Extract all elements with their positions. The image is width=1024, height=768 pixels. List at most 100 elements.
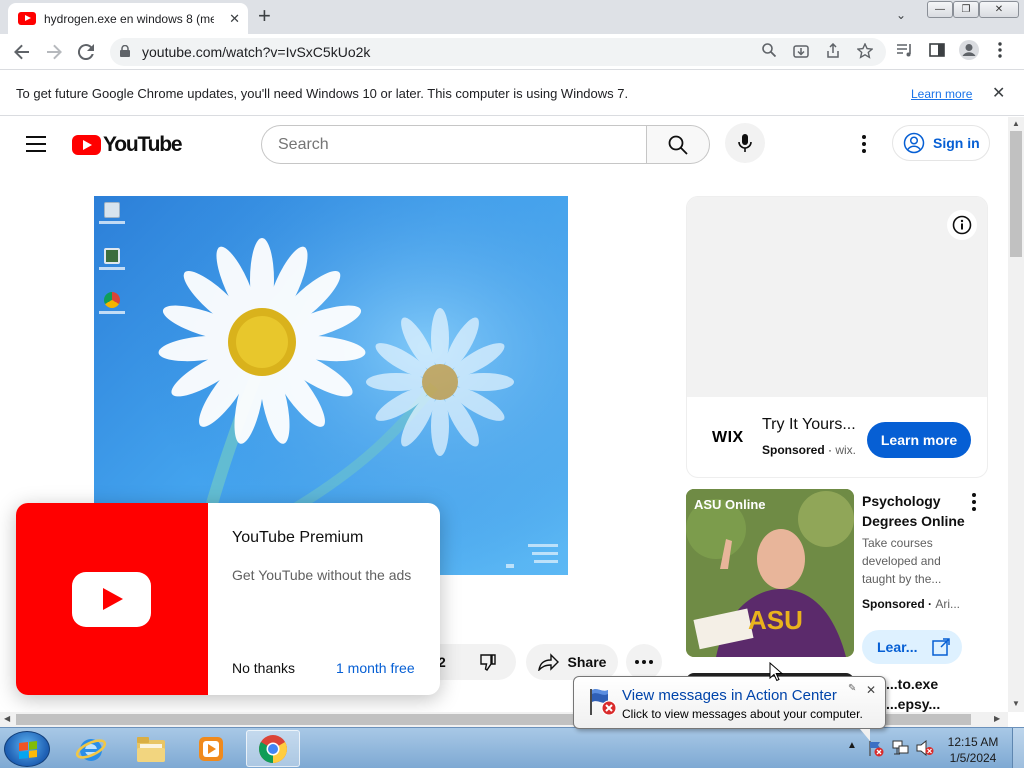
- balloon-close-icon[interactable]: ✕: [866, 683, 876, 697]
- ad-info-icon[interactable]: [947, 210, 977, 240]
- infobar-close-icon[interactable]: ✕: [992, 83, 1005, 103]
- clock-date: 1/5/2024: [949, 751, 997, 765]
- desktop-chrome-icon: [99, 292, 125, 314]
- sponsored-label: Sponsored: [762, 443, 825, 457]
- premium-red-panel: [16, 503, 208, 695]
- window-restore-button[interactable]: ❐: [953, 1, 979, 18]
- share-button[interactable]: Share: [526, 644, 618, 680]
- share-label: Share: [567, 654, 607, 670]
- youtube-logo[interactable]: YouTube: [72, 133, 183, 157]
- address-bar[interactable]: youtube.com/watch?v=IvSxC5kUo2k: [110, 38, 886, 66]
- wix-brand-logo: WIX: [712, 429, 744, 446]
- sign-in-button[interactable]: Sign in: [892, 125, 990, 161]
- asu-learn-more-button[interactable]: Lear...: [862, 630, 962, 664]
- tab-search-chevron-icon[interactable]: ⌄: [896, 8, 906, 22]
- browser-menu-icon[interactable]: [998, 42, 1002, 63]
- infobar-learn-more-link[interactable]: Learn more: [911, 87, 972, 101]
- action-center-flag-icon: [590, 689, 617, 716]
- desktop-computer-icon: [99, 248, 125, 270]
- youtube-logo-icon: [72, 135, 101, 155]
- windows-logo-icon: [19, 741, 37, 759]
- url-text[interactable]: youtube.com/watch?v=IvSxC5kUo2k: [142, 44, 370, 60]
- settings-more-icon[interactable]: [856, 133, 872, 155]
- premium-no-thanks-button[interactable]: No thanks: [232, 660, 295, 676]
- youtube-premium-popup: YouTube Premium Get YouTube without the …: [16, 503, 440, 695]
- vertical-scroll-thumb[interactable]: [1010, 131, 1022, 257]
- install-app-icon[interactable]: [793, 43, 809, 63]
- premium-trial-button[interactable]: 1 month free: [336, 660, 415, 676]
- volume-muted-icon[interactable]: [916, 739, 934, 761]
- browser-toolbar: youtube.com/watch?v=IvSxC5kUo2k: [0, 34, 1024, 70]
- wix-ad-sponsored: Sponsored · wix.: [762, 443, 857, 457]
- scroll-left-arrow-icon[interactable]: ◀: [4, 714, 10, 723]
- reload-icon[interactable]: [74, 40, 98, 64]
- search-input[interactable]: [261, 125, 647, 164]
- tab-title: hydrogen.exe en windows 8 (meg: [44, 11, 214, 26]
- window-minimize-button[interactable]: —: [927, 1, 953, 18]
- tab-close-icon[interactable]: ✕: [229, 11, 240, 27]
- voice-search-button[interactable]: [725, 123, 765, 163]
- next-video-title[interactable]: ...to.exe ...epsy...: [886, 674, 940, 712]
- tray-expand-icon[interactable]: ▲: [847, 740, 857, 751]
- svg-text:ASU: ASU: [748, 605, 803, 635]
- update-infobar: To get future Google Chrome updates, you…: [0, 71, 1024, 116]
- dislike-icon[interactable]: [478, 652, 498, 677]
- account-circle-icon: [903, 132, 925, 154]
- taskbar-ie-icon[interactable]: [64, 730, 118, 767]
- back-arrow-icon[interactable]: [10, 40, 34, 64]
- balloon-settings-icon[interactable]: ✎: [848, 683, 856, 694]
- scroll-right-arrow-icon[interactable]: ▶: [994, 714, 1000, 723]
- action-center-flag-icon[interactable]: [867, 739, 885, 762]
- start-button[interactable]: [4, 731, 50, 767]
- asu-ad-thumbnail[interactable]: ASU ASU Online: [686, 489, 854, 657]
- zoom-search-icon[interactable]: [762, 43, 777, 61]
- side-panel-icon[interactable]: [929, 42, 945, 63]
- premium-description: Get YouTube without the ads: [232, 567, 412, 583]
- vertical-scrollbar[interactable]: ▲ ▼: [1008, 117, 1024, 712]
- taskbar-media-player-icon[interactable]: [184, 730, 238, 767]
- taskbar-explorer-icon[interactable]: [124, 730, 178, 767]
- wix-learn-more-button[interactable]: Learn more: [867, 422, 971, 458]
- ad-image-placeholder: [687, 197, 987, 397]
- forward-arrow-icon[interactable]: [42, 40, 66, 64]
- hamburger-menu-icon[interactable]: [26, 136, 46, 152]
- bookmark-star-icon[interactable]: [856, 42, 874, 63]
- scroll-up-arrow-icon[interactable]: ▲: [1012, 119, 1020, 128]
- asu-ad-title[interactable]: Psychology Degrees Online: [862, 491, 982, 531]
- asu-ad-description: Take courses developed and taught by the…: [862, 536, 942, 586]
- more-actions-button[interactable]: [626, 644, 662, 680]
- desktop-recycle-bin-icon: [99, 202, 125, 224]
- mouse-cursor-icon: [769, 662, 783, 682]
- taskbar-chrome-icon[interactable]: [246, 730, 300, 767]
- search-icon: [668, 135, 688, 155]
- profile-avatar-icon[interactable]: [959, 40, 979, 65]
- window-close-button[interactable]: ✕: [979, 1, 1019, 18]
- media-controls-icon[interactable]: [896, 42, 914, 63]
- show-desktop-button[interactable]: [1012, 728, 1024, 768]
- search-button[interactable]: [646, 125, 710, 164]
- asu-online-brand: ASU Online: [694, 497, 766, 512]
- taskbar-clock[interactable]: 12:15 AM 1/5/2024: [940, 734, 1006, 766]
- sponsored-label: Sponsored: [862, 597, 925, 611]
- scroll-down-arrow-icon[interactable]: ▼: [1012, 699, 1020, 708]
- wix-ad-domain: wix.: [835, 443, 857, 457]
- share-page-icon[interactable]: [825, 42, 841, 63]
- youtube-favicon-icon: [18, 12, 36, 25]
- microphone-icon: [738, 134, 752, 152]
- new-tab-button[interactable]: +: [258, 5, 271, 27]
- asu-ad-sponsored: Sponsored · Ari...: [862, 597, 961, 611]
- network-icon[interactable]: [892, 740, 910, 761]
- asu-ad-image: ASU: [686, 489, 854, 657]
- asu-learn-more-label: Lear...: [877, 639, 918, 655]
- more-horizontal-icon: [635, 660, 653, 664]
- premium-title: YouTube Premium: [232, 529, 364, 546]
- balloon-title[interactable]: View messages in Action Center: [622, 687, 837, 704]
- clock-time: 12:15 AM: [947, 735, 999, 749]
- asu-ad-more-icon[interactable]: [970, 493, 978, 511]
- youtube-play-logo-icon: [72, 572, 151, 627]
- wix-ad-title[interactable]: Try It Yours...: [762, 416, 856, 434]
- browser-tab-active[interactable]: hydrogen.exe en windows 8 (meg ✕: [8, 3, 248, 34]
- action-center-balloon[interactable]: View messages in Action Center Click to …: [573, 676, 886, 741]
- youtube-logo-text: YouTube: [103, 133, 183, 156]
- share-arrow-icon: [537, 653, 559, 671]
